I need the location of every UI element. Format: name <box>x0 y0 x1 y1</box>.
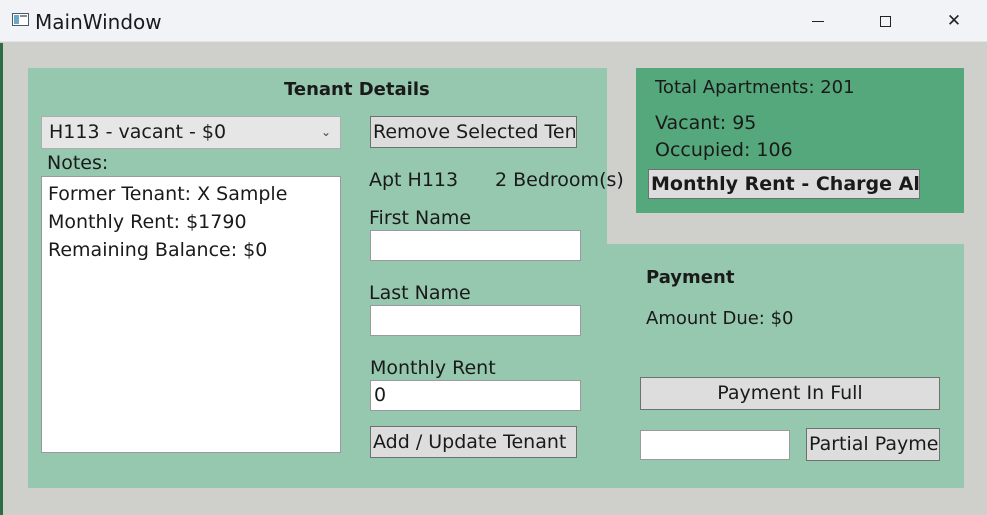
note-line: Monthly Rent: $1790 <box>48 211 247 233</box>
occupied-count: Occupied: 106 <box>655 139 793 161</box>
charge-all-tenants-button[interactable]: Monthly Rent - Charge All Tenants <box>648 169 920 199</box>
tenant-details-heading: Tenant Details <box>284 79 430 100</box>
monthly-rent-field[interactable]: 0 <box>370 380 581 411</box>
maximize-icon <box>879 15 891 27</box>
first-name-label: First Name <box>369 207 472 229</box>
first-name-field[interactable] <box>370 230 581 261</box>
apartment-selector-value: H113 - vacant - $0 <box>49 121 227 143</box>
minimize-button[interactable] <box>795 0 841 42</box>
chevron-down-icon: ⌄ <box>320 125 331 139</box>
apartment-selector[interactable]: H113 - vacant - $0 ⌄ <box>41 116 341 149</box>
vacant-count: Vacant: 95 <box>655 112 757 134</box>
window-title: MainWindow <box>35 10 162 34</box>
add-update-tenant-button[interactable]: Add / Update Tenant <box>370 426 577 458</box>
bedroom-count: 2 Bedroom(s) <box>495 169 624 191</box>
close-icon: ✕ <box>946 11 962 31</box>
apartment-number: Apt H113 <box>369 169 459 191</box>
note-line: Remaining Balance: $0 <box>48 239 268 261</box>
window-app-icon <box>12 13 29 26</box>
last-name-label: Last Name <box>369 282 471 304</box>
minimize-icon <box>812 20 824 22</box>
amount-due: Amount Due: $0 <box>646 308 794 329</box>
payment-heading: Payment <box>646 267 735 288</box>
payment-in-full-button[interactable]: Payment In Full <box>640 377 940 410</box>
close-button[interactable]: ✕ <box>931 0 977 42</box>
remove-tenant-button[interactable]: Remove Selected Tenant <box>370 116 577 148</box>
notes-label: Notes: <box>47 152 109 174</box>
partial-payment-field[interactable] <box>640 430 790 460</box>
partial-payment-button[interactable]: Partial Payment <box>806 428 940 461</box>
note-line: Former Tenant: X Sample <box>48 183 288 205</box>
total-apartments: Total Apartments: 201 <box>655 77 855 98</box>
notes-textarea[interactable]: Former Tenant: X Sample Monthly Rent: $1… <box>41 176 341 453</box>
monthly-rent-label: Monthly Rent <box>370 357 496 379</box>
window-edge <box>0 43 3 515</box>
last-name-field[interactable] <box>370 305 581 336</box>
maximize-button[interactable] <box>862 0 908 42</box>
